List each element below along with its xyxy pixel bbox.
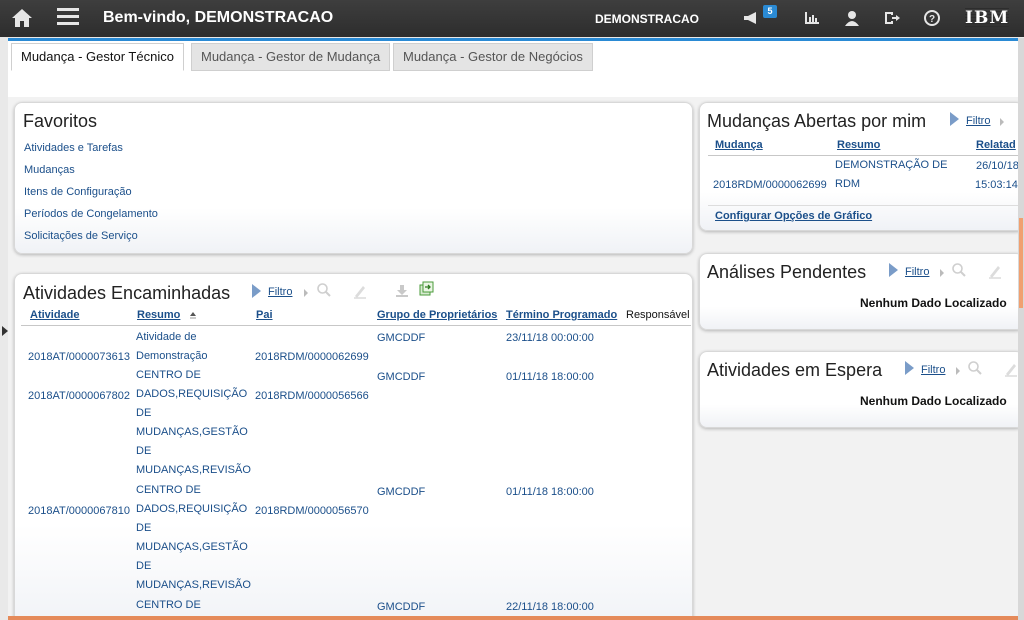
filter-arrow-icon[interactable] [252, 284, 261, 298]
table-row-1-grupo: GMCDDF [377, 332, 426, 344]
waiting-filter-link[interactable]: Filtro [921, 364, 945, 376]
search-icon[interactable] [967, 360, 983, 376]
column-header-pai[interactable]: Pai [256, 309, 273, 321]
chevron-right-icon [304, 289, 308, 297]
filter-arrow-icon[interactable] [889, 263, 898, 277]
table-row-2-termino: 01/11/18 18:00:00 [506, 371, 594, 383]
chevron-right-icon [1000, 118, 1004, 126]
column-header-atividade[interactable]: Atividade [30, 309, 80, 321]
activities-portlet: Atividades Encaminhadas Filtro Atividade… [14, 273, 693, 616]
table-row-4-termino: 22/11/18 18:00:00 [506, 601, 594, 613]
ibm-logo: IBM [965, 8, 1010, 28]
column-header-termino[interactable]: Término Programado [506, 309, 617, 321]
table-row-2-resumo: CENTRO DE DADOS,REQUISIÇÃO DE MUDANÇAS,G… [136, 369, 251, 476]
favorite-link-atividades[interactable]: Atividades e Tarefas [24, 142, 123, 154]
favorite-link-solicitacoes[interactable]: Solicitações de Serviço [24, 230, 138, 242]
table-row-1-termino: 23/11/18 00:00:00 [506, 332, 594, 344]
table-row-1-pai[interactable]: 2018RDM/0000062699 [255, 351, 369, 363]
menu-icon[interactable] [57, 8, 79, 26]
column-header-relatado[interactable]: Relatad [976, 139, 1016, 151]
footer-divider [708, 205, 1018, 206]
table-row-3-grupo: GMCDDF [377, 486, 426, 498]
header-divider [21, 325, 691, 326]
waiting-title: Atividades em Espera [707, 360, 883, 380]
megaphone-icon[interactable] [742, 10, 760, 26]
table-row-4-resumo: CENTRO DE [136, 599, 201, 611]
table-row-1-hora: 15:03:14 [975, 179, 1018, 191]
chevron-right-icon [940, 269, 944, 277]
table-row-2-atividade[interactable]: 2018AT/0000067802 [28, 390, 130, 402]
favorite-link-itens[interactable]: Itens de Configuração [24, 186, 132, 198]
clear-filter-icon[interactable] [987, 263, 1003, 279]
table-row-2-grupo: GMCDDF [377, 371, 426, 383]
main-area: Mudança - Gestor Técnico Mudança - Gesto… [8, 38, 1018, 616]
table-row-1-resumo: Atividade de Demonstração [136, 331, 208, 362]
expand-left-icon[interactable] [2, 326, 8, 336]
open-changes-portlet: Mudanças Abertas por mim Filtro Mudança … [699, 102, 1018, 231]
column-header-grupo[interactable]: Grupo de Proprietários [377, 309, 497, 321]
clear-filter-icon[interactable] [1003, 361, 1018, 377]
tab-gestor-tecnico[interactable]: Mudança - Gestor Técnico [11, 43, 184, 71]
search-icon[interactable] [316, 282, 332, 298]
column-header-mudanca[interactable]: Mudança [715, 139, 763, 151]
top-bar: Bem-vindo, DEMONSTRACAO DEMONSTRACAO 5 ?… [0, 0, 1024, 37]
table-row-3-resumo: CENTRO DE DADOS,REQUISIÇÃO DE MUDANÇAS,G… [136, 484, 251, 591]
pending-filter-link[interactable]: Filtro [905, 266, 929, 278]
export-icon[interactable] [418, 281, 434, 297]
table-row-1-resumo: DEMONSTRAÇÃO DE RDM [835, 159, 948, 190]
no-data-message: Nenhum Dado Localizado [860, 296, 1007, 310]
right-scrollbar[interactable] [1018, 38, 1024, 620]
home-icon[interactable] [10, 7, 34, 29]
column-header-responsavel[interactable]: Responsável [626, 309, 690, 321]
favorite-link-periodos[interactable]: Períodos de Congelamento [24, 208, 158, 220]
no-data-message: Nenhum Dado Localizado [860, 394, 1007, 408]
search-icon[interactable] [951, 262, 967, 278]
open-changes-filter-link[interactable]: Filtro [966, 115, 990, 127]
tab-accent-line [8, 38, 1018, 41]
table-row-1-data: 26/10/18 [976, 160, 1018, 172]
pending-title: Análises Pendentes [707, 262, 867, 282]
open-changes-title: Mudanças Abertas por mim [707, 111, 927, 131]
favorites-portlet: Favoritos Atividades e Tarefas Mudanças … [14, 102, 693, 254]
notification-badge[interactable]: 5 [763, 5, 777, 18]
logout-icon[interactable] [883, 10, 901, 26]
download-icon[interactable] [394, 283, 410, 299]
table-row-3-pai[interactable]: 2018RDM/0000056570 [255, 505, 369, 517]
waiting-activities-portlet: Atividades em Espera Filtro Nenhum Dado … [699, 351, 1018, 428]
configure-chart-link[interactable]: Configurar Opções de Gráfico [715, 210, 872, 222]
bar-chart-icon[interactable] [803, 10, 821, 26]
tab-bar: Mudança - Gestor Técnico Mudança - Gesto… [8, 41, 1018, 97]
filter-arrow-icon[interactable] [950, 112, 959, 126]
activities-title: Atividades Encaminhadas [23, 283, 231, 303]
table-row-1-atividade[interactable]: 2018AT/0000073613 [28, 351, 130, 363]
pending-reviews-portlet: Análises Pendentes Filtro Nenhum Dado Lo… [699, 253, 1018, 330]
table-row-2-pai[interactable]: 2018RDM/0000056566 [255, 390, 369, 402]
favorites-title: Favoritos [23, 111, 98, 131]
bottom-accent-bar [8, 616, 1018, 620]
person-icon[interactable] [843, 10, 861, 26]
filter-arrow-icon[interactable] [905, 361, 914, 375]
svg-text:?: ? [929, 14, 935, 25]
tab-gestor-mudanca[interactable]: Mudança - Gestor de Mudança [191, 43, 391, 71]
sort-ascending-icon[interactable] [189, 311, 197, 321]
table-row-4-grupo: GMCDDF [377, 601, 426, 613]
column-header-resumo[interactable]: Resumo [837, 139, 880, 151]
user-name[interactable]: DEMONSTRACAO [595, 12, 699, 26]
activities-filter-link[interactable]: Filtro [268, 286, 292, 298]
tab-gestor-negocios[interactable]: Mudança - Gestor de Negócios [393, 43, 593, 71]
chevron-right-icon [956, 367, 960, 375]
clear-filter-icon[interactable] [352, 283, 368, 299]
column-header-resumo[interactable]: Resumo [137, 309, 180, 321]
favorite-link-mudancas[interactable]: Mudanças [24, 164, 75, 176]
welcome-title: Bem-vindo, DEMONSTRACAO [103, 9, 334, 26]
help-icon[interactable]: ? [923, 10, 941, 26]
table-row-1-mudanca[interactable]: 2018RDM/0000062699 [713, 179, 827, 191]
table-row-3-termino: 01/11/18 18:00:00 [506, 486, 594, 498]
table-row-3-atividade[interactable]: 2018AT/0000067810 [28, 505, 130, 517]
